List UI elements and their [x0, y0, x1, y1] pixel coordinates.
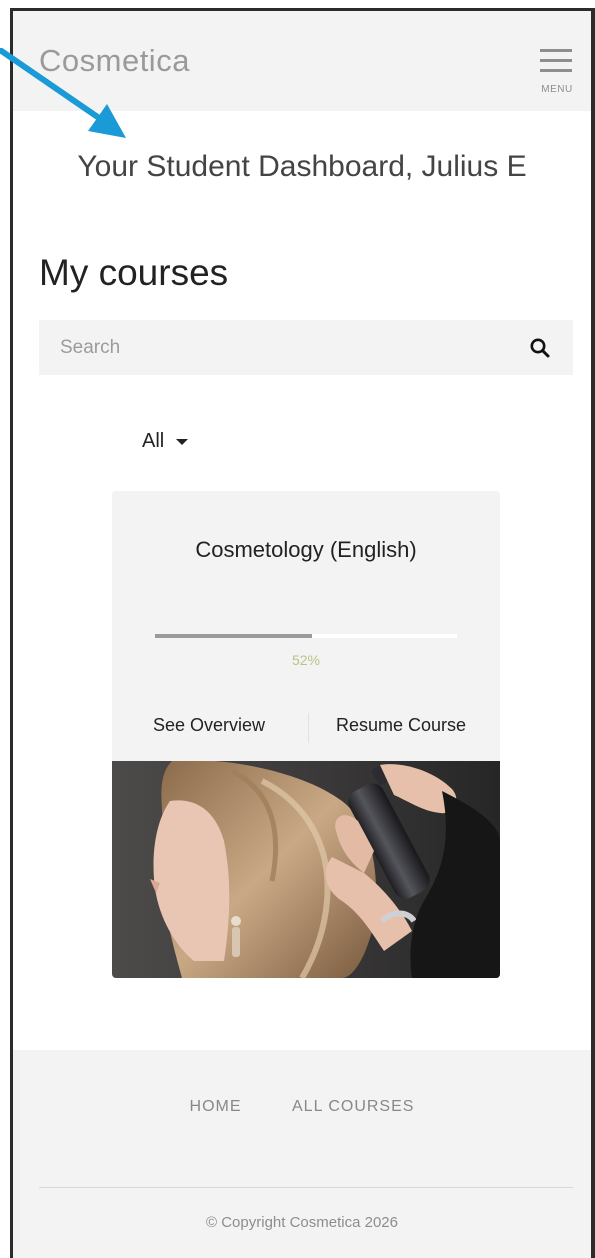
- copyright-text: © Copyright Cosmetica 2026: [206, 1214, 398, 1231]
- hamburger-icon: [540, 49, 572, 52]
- page-frame: Cosmetica MENU Your Student Dashboard, J…: [0, 0, 595, 1258]
- progress-bar: [155, 634, 457, 638]
- dashboard-title: Your Student Dashboard, Julius E: [77, 150, 527, 183]
- footer-divider: [39, 1187, 573, 1188]
- menu-label: MENU: [541, 84, 573, 95]
- search-icon[interactable]: [529, 337, 551, 359]
- filter-selected-value: All: [142, 430, 165, 452]
- course-actions: See Overview Resume Course: [112, 713, 500, 743]
- hair-styling-photo-icon[interactable]: [112, 761, 500, 978]
- caret-down-icon: [176, 438, 189, 445]
- search-input[interactable]: [39, 320, 519, 375]
- footer-link-home[interactable]: HOME: [190, 1098, 242, 1116]
- menu-button[interactable]: MENU: [535, 49, 579, 107]
- footer-nav: HOME ALL COURSES: [13, 1098, 591, 1116]
- resume-course-link[interactable]: Resume Course: [336, 715, 466, 736]
- course-filter-dropdown[interactable]: All: [142, 430, 189, 460]
- annotation-arrow-icon: [0, 48, 126, 138]
- site-footer: HOME ALL COURSES © Copyright Cosmetica 2…: [13, 1050, 591, 1258]
- hamburger-icon-bar: [540, 59, 572, 62]
- hamburger-icon-bar: [540, 69, 572, 72]
- action-divider: [308, 713, 309, 743]
- progress-bar-fill: [155, 634, 313, 638]
- course-title[interactable]: Cosmetology (English): [112, 537, 500, 563]
- search-box: [39, 320, 573, 375]
- course-card: Cosmetology (English) 52% See Overview R…: [112, 491, 500, 978]
- frame-border-right: [591, 8, 595, 1258]
- progress-label: 52%: [291, 652, 321, 668]
- my-courses-heading: My courses: [39, 252, 229, 293]
- footer-link-all-courses[interactable]: ALL COURSES: [292, 1098, 414, 1116]
- see-overview-link[interactable]: See Overview: [153, 715, 265, 736]
